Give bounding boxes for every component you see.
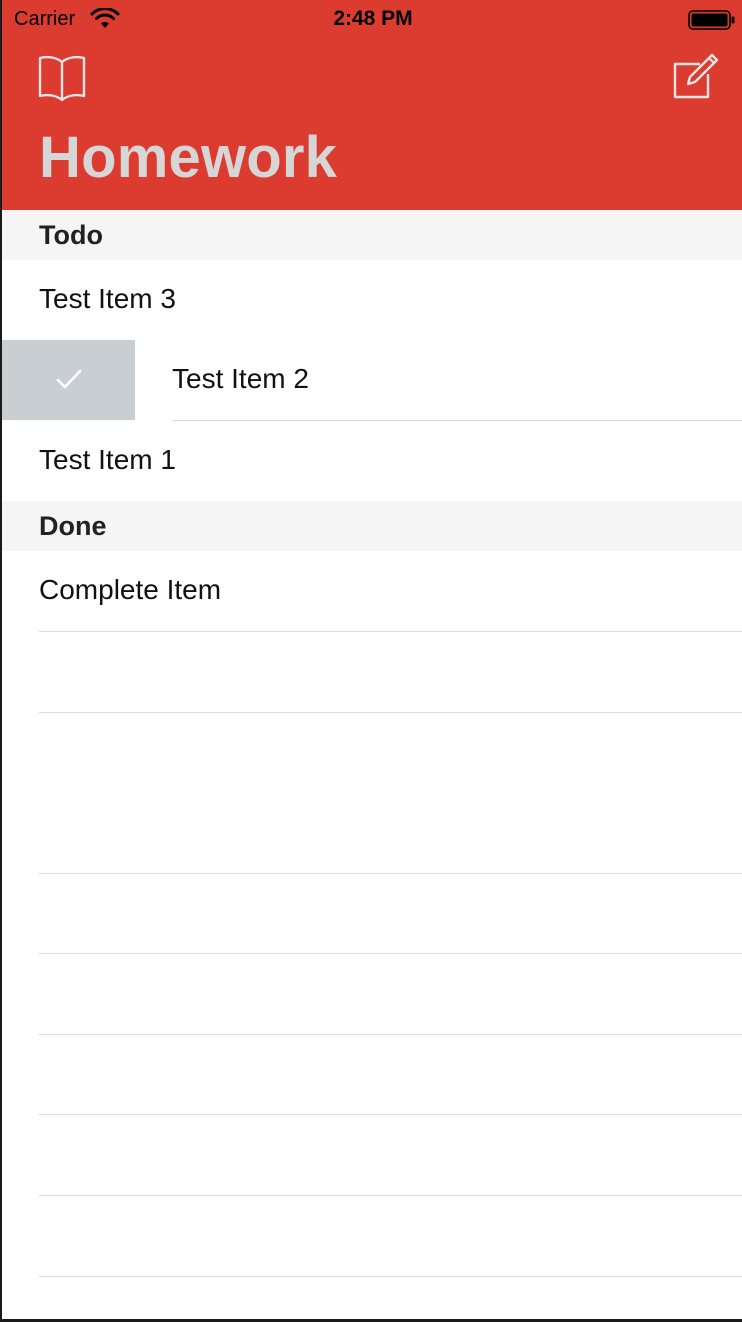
app-screen: Carrier 2:48 PM Homework Todo Test Item … [0, 0, 742, 1322]
row-separator [39, 712, 742, 713]
checkmark-icon [56, 369, 82, 389]
section-header-todo: Todo [2, 210, 742, 260]
battery-icon [688, 10, 735, 30]
page-title: Homework [39, 125, 338, 190]
complete-swipe-button[interactable] [2, 340, 135, 420]
row-separator [39, 873, 742, 874]
list-item-label: Test Item 2 [172, 363, 309, 394]
list-item-label: Test Item 1 [39, 444, 176, 475]
row-separator [39, 631, 742, 632]
section-title: Done [39, 511, 107, 541]
row-separator [39, 953, 742, 954]
row-separator [39, 1195, 742, 1196]
navigation-header: Carrier 2:48 PM Homework [2, 0, 742, 210]
row-separator [39, 1034, 742, 1035]
section-title: Todo [39, 220, 103, 250]
list-item-label: Complete Item [39, 574, 222, 605]
row-separator [39, 1114, 742, 1115]
status-time: 2:48 PM [333, 7, 413, 30]
list-item[interactable]: Test Item 1 [2, 421, 742, 501]
compose-icon[interactable] [670, 52, 720, 102]
list-item[interactable]: Test Item 3 [2, 260, 742, 340]
list-item[interactable]: Complete Item [2, 551, 742, 631]
row-separator [39, 1276, 742, 1277]
list-item[interactable]: Test Item 2 [135, 340, 742, 420]
book-icon[interactable] [36, 52, 88, 102]
status-bar: Carrier 2:48 PM [2, 0, 742, 40]
section-header-done: Done [2, 501, 742, 551]
list-item-label: Test Item 3 [39, 283, 176, 314]
